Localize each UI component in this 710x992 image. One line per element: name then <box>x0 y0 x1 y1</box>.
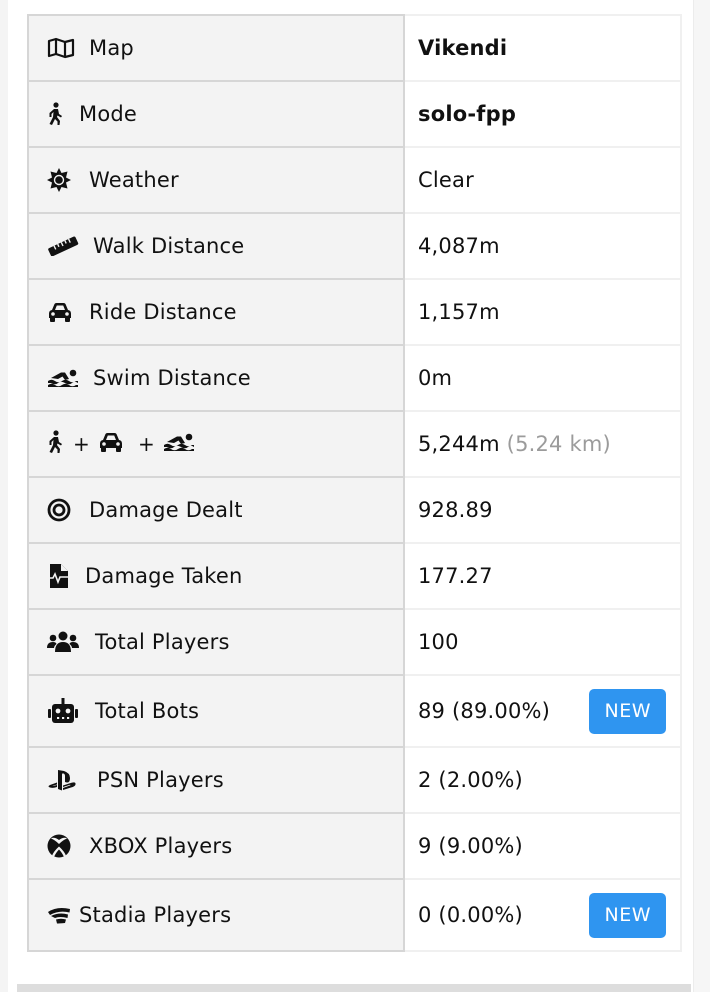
total-distance-label: + + <box>47 429 403 459</box>
row-label: Weather <box>89 168 179 192</box>
row-value-cell: 0 (0.00%) NEW <box>403 878 682 952</box>
stadia-icon <box>47 903 73 927</box>
target-icon <box>47 498 79 522</box>
total-distance-value: 5,244m <box>418 432 500 456</box>
table-row: Total Players 100 <box>27 608 682 676</box>
row-label-cell: Ride Distance <box>27 278 405 346</box>
row-value-cell: 2 (2.00%) <box>403 746 682 814</box>
plus-sign: + <box>137 432 155 456</box>
users-icon <box>47 630 85 654</box>
row-label: Swim Distance <box>93 366 251 390</box>
row-label-cell: Mode <box>27 80 405 148</box>
plus-sign: + <box>73 432 90 456</box>
table-row: Weather Clear <box>27 146 682 214</box>
map-icon <box>47 36 79 60</box>
table-row: XBOX Players 9 (9.00%) <box>27 812 682 880</box>
swim-distance-value: 0m <box>418 366 453 390</box>
car-icon <box>47 300 79 324</box>
ruler-icon <box>47 234 83 258</box>
row-label-cell: Total Players <box>27 608 405 676</box>
table-row: Damage Taken 177.27 <box>27 542 682 610</box>
damage-taken-value: 177.27 <box>418 564 493 588</box>
sun-icon <box>47 168 79 192</box>
match-stats-table: Map Vikendi Mode solo-fpp Weather Clear … <box>27 14 682 952</box>
table-row: Mode solo-fpp <box>27 80 682 148</box>
row-label: Mode <box>79 102 138 126</box>
xbox-icon <box>47 834 79 858</box>
new-badge: NEW <box>589 688 666 734</box>
page-gutter <box>693 0 710 992</box>
row-label-cell: Stadia Players <box>27 878 405 952</box>
weather-value: Clear <box>418 168 474 192</box>
row-value-cell: 1,157m <box>403 278 682 346</box>
new-badge: NEW <box>589 892 666 938</box>
mode-value: solo-fpp <box>418 102 517 126</box>
row-label: Damage Dealt <box>89 498 243 522</box>
row-value-cell: solo-fpp <box>403 80 682 148</box>
row-label: Total Players <box>95 630 230 654</box>
row-label-cell: Map <box>27 14 405 82</box>
table-row: Swim Distance 0m <box>27 344 682 412</box>
total-players-value: 100 <box>418 630 459 654</box>
table-row: Ride Distance 1,157m <box>27 278 682 346</box>
row-value-cell: 928.89 <box>403 476 682 544</box>
row-value-cell: 89 (89.00%) NEW <box>403 674 682 748</box>
row-label-cell: + + <box>27 410 405 478</box>
row-label-cell: Damage Dealt <box>27 476 405 544</box>
row-label: Total Bots <box>95 699 200 723</box>
table-row: + + 5,244m (5.24 km) <box>27 410 682 478</box>
row-label: Map <box>89 36 134 60</box>
table-row: Damage Dealt 928.89 <box>27 476 682 544</box>
row-label-cell: Walk Distance <box>27 212 405 280</box>
row-value-cell: 4,087m <box>403 212 682 280</box>
row-value-cell: 5,244m (5.24 km) <box>403 410 682 478</box>
row-label: Damage Taken <box>85 564 243 588</box>
row-label-cell: Weather <box>27 146 405 214</box>
row-label-cell: XBOX Players <box>27 812 405 880</box>
table-row: Walk Distance 4,087m <box>27 212 682 280</box>
row-label: Stadia Players <box>79 903 232 927</box>
row-label: XBOX Players <box>89 834 233 858</box>
row-label-cell: Total Bots <box>27 674 405 748</box>
total-distance-km: (5.24 km) <box>506 432 611 456</box>
table-row: Stadia Players 0 (0.00%) NEW <box>27 878 682 952</box>
horizontal-scrollbar[interactable] <box>17 984 691 992</box>
row-label-cell: PSN Players <box>27 746 405 814</box>
row-label-cell: Damage Taken <box>27 542 405 610</box>
stadia-players-value: 0 (0.00%) <box>418 903 523 927</box>
psn-players-value: 2 (2.00%) <box>418 768 523 792</box>
medical-file-icon <box>47 564 75 588</box>
swimmer-icon <box>47 366 83 390</box>
row-value-cell: 177.27 <box>403 542 682 610</box>
damage-dealt-value: 928.89 <box>418 498 493 522</box>
table-row: PSN Players 2 (2.00%) <box>27 746 682 814</box>
row-value-cell: Vikendi <box>403 14 682 82</box>
car-icon <box>98 431 124 458</box>
walking-icon <box>47 102 69 126</box>
row-label-cell: Swim Distance <box>27 344 405 412</box>
swimmer-icon <box>163 432 195 456</box>
row-label: Ride Distance <box>89 300 237 324</box>
map-value: Vikendi <box>418 36 508 60</box>
walk-distance-value: 4,087m <box>418 234 500 258</box>
row-label: PSN Players <box>97 768 224 792</box>
robot-icon <box>47 698 85 723</box>
walking-icon <box>47 429 63 459</box>
total-bots-value: 89 (89.00%) <box>418 699 551 723</box>
row-value-cell: 9 (9.00%) <box>403 812 682 880</box>
row-label: Walk Distance <box>93 234 245 258</box>
row-value-cell: Clear <box>403 146 682 214</box>
xbox-players-value: 9 (9.00%) <box>418 834 523 858</box>
row-value-cell: 0m <box>403 344 682 412</box>
playstation-icon <box>47 768 87 792</box>
table-row: Total Bots 89 (89.00%) NEW <box>27 674 682 748</box>
ride-distance-value: 1,157m <box>418 300 500 324</box>
table-row: Map Vikendi <box>27 14 682 82</box>
row-value-cell: 100 <box>403 608 682 676</box>
